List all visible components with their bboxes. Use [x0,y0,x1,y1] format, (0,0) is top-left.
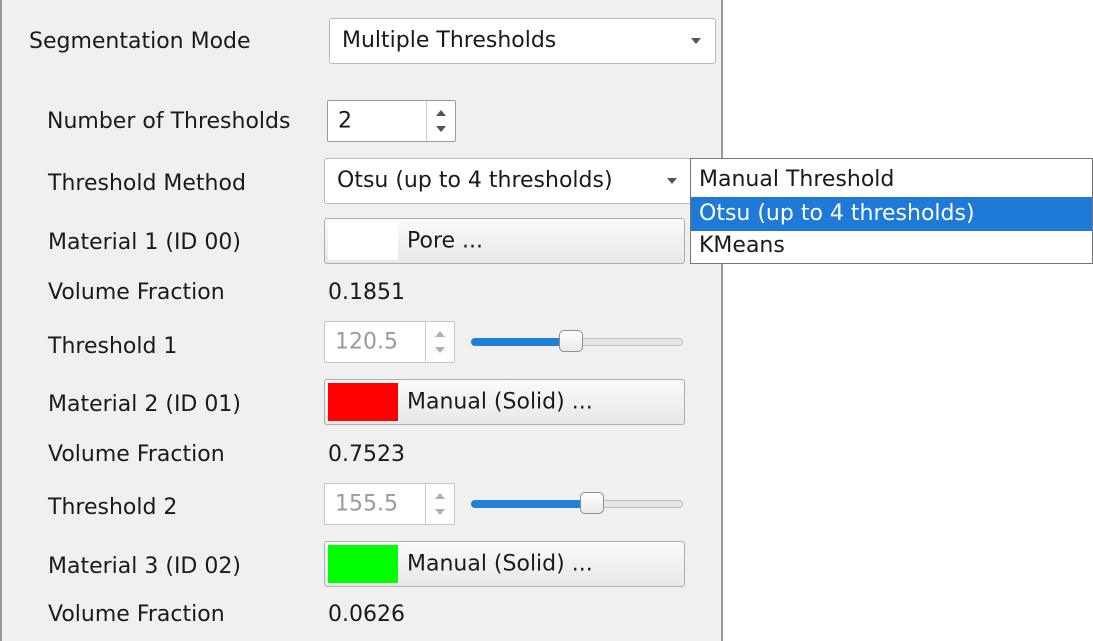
threshold-2-slider[interactable] [471,490,683,518]
volume-fraction-3-value: 0.0626 [328,602,405,627]
spin-buttons[interactable] [425,484,454,524]
volume-fraction-3-label: Volume Fraction [48,602,225,627]
slider-handle[interactable] [559,330,583,352]
threshold-2-spinbox[interactable]: 155.5 [324,483,455,525]
chevron-down-icon [691,38,701,44]
spin-up-icon[interactable] [435,331,445,337]
material-3-button-label: Manual (Solid) ... [407,551,593,577]
threshold-1-label: Threshold 1 [48,334,178,359]
volume-fraction-1-label: Volume Fraction [48,280,225,305]
spin-up-icon[interactable] [435,493,445,499]
material-2-button[interactable]: Manual (Solid) ... [324,379,685,425]
threshold-method-popup: Manual Threshold Otsu (up to 4 threshold… [690,158,1093,264]
threshold-1-slider[interactable] [471,328,683,356]
segmentation-mode-label: Segmentation Mode [29,29,251,54]
segmentation-mode-value: Multiple Thresholds [342,28,557,53]
threshold-method-option[interactable]: Manual Threshold [691,163,1092,197]
material-2-label: Material 2 (ID 01) [48,392,241,417]
slider-handle[interactable] [580,492,604,514]
spin-down-icon[interactable] [435,347,445,353]
spin-down-icon[interactable] [436,126,446,132]
spin-buttons[interactable] [425,322,454,362]
volume-fraction-1-value: 0.1851 [328,280,405,305]
slider-fill [471,338,571,346]
chevron-down-icon [667,178,677,184]
material-2-color-swatch [328,383,398,421]
threshold-method-dropdown[interactable]: Otsu (up to 4 thresholds) [324,158,692,204]
spin-down-icon[interactable] [435,509,445,515]
number-of-thresholds-value: 2 [338,108,352,134]
threshold-2-label: Threshold 2 [48,495,178,520]
threshold-method-label: Threshold Method [48,171,246,196]
threshold-2-value: 155.5 [335,491,398,517]
threshold-method-option[interactable]: Otsu (up to 4 thresholds) [691,197,1092,231]
volume-fraction-2-label: Volume Fraction [48,442,225,467]
segmentation-panel: Segmentation Mode Multiple Thresholds Nu… [0,0,723,641]
material-3-color-swatch [328,545,398,583]
slider-fill [471,500,592,508]
threshold-method-value: Otsu (up to 4 thresholds) [337,168,613,193]
material-2-button-label: Manual (Solid) ... [407,389,593,415]
material-1-button[interactable]: Pore ... [324,218,685,264]
spin-buttons[interactable] [426,101,455,141]
threshold-method-option[interactable]: KMeans [691,230,1092,262]
threshold-1-spinbox[interactable]: 120.5 [324,321,455,363]
number-of-thresholds-label: Number of Thresholds [47,109,291,134]
material-1-button-label: Pore ... [407,228,484,254]
material-1-label: Material 1 (ID 00) [48,230,241,255]
segmentation-mode-dropdown[interactable]: Multiple Thresholds [329,18,716,64]
material-3-label: Material 3 (ID 02) [48,554,241,579]
volume-fraction-2-value: 0.7523 [328,442,405,467]
spin-up-icon[interactable] [436,110,446,116]
threshold-1-value: 120.5 [335,329,398,355]
material-3-button[interactable]: Manual (Solid) ... [324,541,685,587]
material-1-color-swatch [328,222,398,260]
number-of-thresholds-spinbox[interactable]: 2 [327,100,456,142]
